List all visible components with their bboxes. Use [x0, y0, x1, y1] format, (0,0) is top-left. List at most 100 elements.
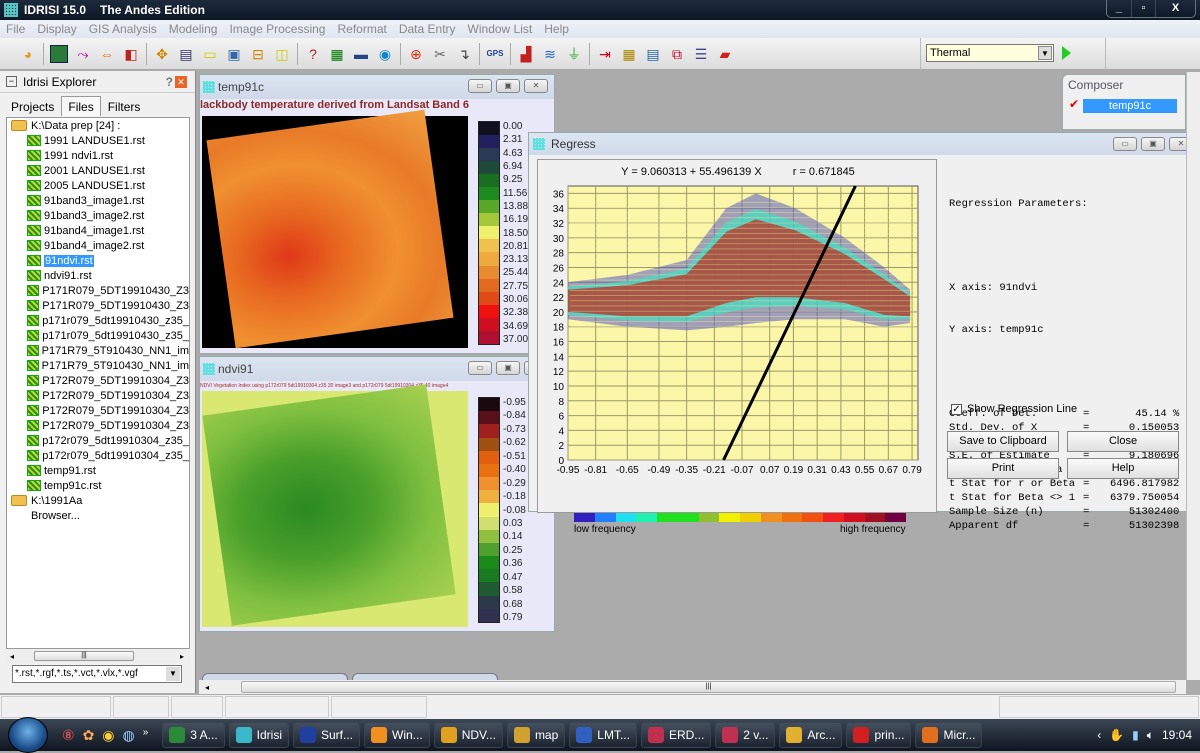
- tab-projects[interactable]: Projects: [4, 96, 61, 116]
- scroll-left-icon[interactable]: ◂: [10, 652, 14, 661]
- tray-expand-icon[interactable]: ‹: [1097, 728, 1101, 742]
- file-item[interactable]: p172r079_5dt19910304_z35_: [7, 433, 189, 448]
- measure-icon[interactable]: ▬: [352, 45, 370, 63]
- file-item[interactable]: 91band3_image2.rst: [7, 208, 189, 223]
- maximize-button[interactable]: ▣: [496, 361, 520, 375]
- file-item[interactable]: P172R079_5DT19910304_Z3: [7, 403, 189, 418]
- surface-icon[interactable]: ⏚: [565, 45, 583, 63]
- taskbar-button[interactable]: Surf...: [293, 722, 361, 748]
- file-item[interactable]: ndvi91.rst: [7, 268, 189, 283]
- taskbar-button[interactable]: ERD...: [640, 722, 712, 748]
- filter-icon[interactable]: ▣: [225, 45, 243, 63]
- print-button[interactable]: Print: [947, 458, 1059, 479]
- taskbar-button[interactable]: Micr...: [915, 722, 983, 748]
- file-item[interactable]: 91band4_image1.rst: [7, 223, 189, 238]
- mdi-vertical-scrollbar[interactable]: [1186, 72, 1200, 680]
- close-button[interactable]: X: [1155, 0, 1195, 17]
- scroll-left-icon[interactable]: ◂: [205, 683, 209, 692]
- query-icon[interactable]: ?: [304, 45, 322, 63]
- file-item[interactable]: temp91.rst: [7, 463, 189, 478]
- folder-1991aa[interactable]: K:\1991Aa: [7, 493, 189, 508]
- table-icon[interactable]: ▦: [620, 45, 638, 63]
- menu-modeling[interactable]: Modeling: [163, 22, 224, 36]
- file-item[interactable]: P172R079_5DT19910304_Z3: [7, 388, 189, 403]
- ndvi-map-image[interactable]: [202, 384, 468, 627]
- file-item[interactable]: p172r079_5dt19910304_z35_: [7, 448, 189, 463]
- scroll-thumb[interactable]: |||: [241, 681, 1177, 693]
- show-regression-line-checkbox[interactable]: ✓ Show Regression Line: [951, 403, 1077, 415]
- layer-properties-icon[interactable]: ▤: [177, 45, 195, 63]
- google-earth-icon[interactable]: ◍: [123, 727, 135, 744]
- close-icon[interactable]: ✕: [175, 76, 187, 88]
- restore-button[interactable]: ▫: [1131, 0, 1155, 17]
- minimize-button[interactable]: _: [1107, 0, 1131, 17]
- wave-icon[interactable]: ≋: [541, 45, 559, 63]
- file-item[interactable]: 1991 LANDUSE1.rst: [7, 133, 189, 148]
- menu-data-entry[interactable]: Data Entry: [393, 22, 462, 36]
- taskbar-button[interactable]: prin...: [846, 722, 912, 748]
- digitize-icon[interactable]: ✂: [431, 45, 449, 63]
- menu-reformat[interactable]: Reformat: [331, 22, 392, 36]
- help-icon[interactable]: ?: [166, 75, 173, 89]
- file-item[interactable]: temp91c.rst: [7, 478, 189, 493]
- file-item[interactable]: p171r079_5dt19910430_z35_: [7, 328, 189, 343]
- clock[interactable]: 19:04: [1162, 728, 1192, 742]
- taskbar-button[interactable]: NDV...: [433, 722, 503, 748]
- menu-display[interactable]: Display: [31, 22, 82, 36]
- tree-horizontal-scrollbar[interactable]: ◂ ||| ▸: [6, 649, 190, 663]
- add-layer-icon[interactable]: ⤳: [74, 45, 92, 63]
- start-button[interactable]: [8, 717, 48, 753]
- histogram-icon[interactable]: ▟: [517, 45, 535, 63]
- file-item[interactable]: 91band3_image1.rst: [7, 193, 189, 208]
- crosshair-icon[interactable]: ⊕: [407, 45, 425, 63]
- list-icon[interactable]: ☰: [692, 45, 710, 63]
- file-item[interactable]: P172R079_5DT19910304_Z3: [7, 373, 189, 388]
- scroll-thumb[interactable]: |||: [34, 651, 135, 661]
- checkbox-checked-icon[interactable]: ✓: [951, 403, 962, 415]
- minimize-button[interactable]: ▭: [468, 361, 492, 375]
- file-item[interactable]: 91ndvi.rst: [7, 253, 189, 268]
- mdi-horizontal-scrollbar[interactable]: ◂ |||: [199, 680, 1186, 694]
- save-to-clipboard-button[interactable]: Save to Clipboard: [947, 431, 1059, 452]
- file-item[interactable]: P172R079_5DT19910304_Z3: [7, 418, 189, 433]
- target-icon[interactable]: ◉: [376, 45, 394, 63]
- volume-icon[interactable]: 🔈︎: [1147, 728, 1154, 743]
- file-item[interactable]: p171r079_5dt19910430_z35_: [7, 313, 189, 328]
- menu-file[interactable]: File: [0, 22, 31, 36]
- maximize-button[interactable]: ▣: [496, 79, 520, 93]
- maximize-button[interactable]: ▣: [1141, 137, 1165, 151]
- link-icon[interactable]: ⊟: [249, 45, 267, 63]
- open-project-icon[interactable]: ◕: [19, 45, 37, 63]
- chrome-icon[interactable]: ◉: [102, 727, 114, 744]
- menu-image-processing[interactable]: Image Processing: [223, 22, 331, 36]
- chevron-down-icon[interactable]: ▼: [166, 667, 180, 681]
- attribute-table-icon[interactable]: ▦: [328, 45, 346, 63]
- quicklaunch-app-icon[interactable]: ✿: [83, 727, 95, 744]
- tab-files[interactable]: Files: [61, 96, 101, 116]
- file-filter-combo[interactable]: *.rst,*.rgf,*.ts,*.vct,*.vlx,*.vgf ▼: [12, 665, 182, 683]
- file-item[interactable]: 2001 LANDUSE1.rst: [7, 163, 189, 178]
- place-icon[interactable]: ◫: [273, 45, 291, 63]
- scroll-right-icon[interactable]: ▸: [180, 652, 184, 661]
- minimize-button[interactable]: ▭: [468, 79, 492, 93]
- menu-window-list[interactable]: Window List: [462, 22, 539, 36]
- file-item[interactable]: P171R079_5DT19910430_Z3: [7, 298, 189, 313]
- gps-icon[interactable]: GPS: [486, 45, 504, 63]
- file-item[interactable]: 2005 LANDUSE1.rst: [7, 178, 189, 193]
- chevron-down-icon[interactable]: ▼: [1038, 46, 1052, 60]
- composer-layer[interactable]: temp91c: [1083, 99, 1177, 113]
- display-launcher-icon[interactable]: [50, 44, 68, 63]
- zoom-icon[interactable]: ✥: [153, 45, 171, 63]
- minimize-button[interactable]: ▭: [1113, 137, 1137, 151]
- tab-filters[interactable]: Filters: [101, 96, 148, 116]
- taskbar-button[interactable]: Win...: [364, 722, 430, 748]
- file-item[interactable]: 1991 ndvi1.rst: [7, 148, 189, 163]
- taskbar-button[interactable]: Idrisi: [228, 722, 289, 748]
- menu-gis-analysis[interactable]: GIS Analysis: [83, 22, 163, 36]
- import-icon[interactable]: ⇥: [596, 45, 614, 63]
- close-button[interactable]: ✕: [524, 79, 548, 93]
- folder-data-prep[interactable]: K:\Data prep [24] :: [7, 118, 189, 133]
- network-icon[interactable]: ▮: [1132, 728, 1139, 742]
- quicklaunch-more-icon[interactable]: »: [143, 727, 149, 744]
- taskbar-button[interactable]: Arc...: [779, 722, 843, 748]
